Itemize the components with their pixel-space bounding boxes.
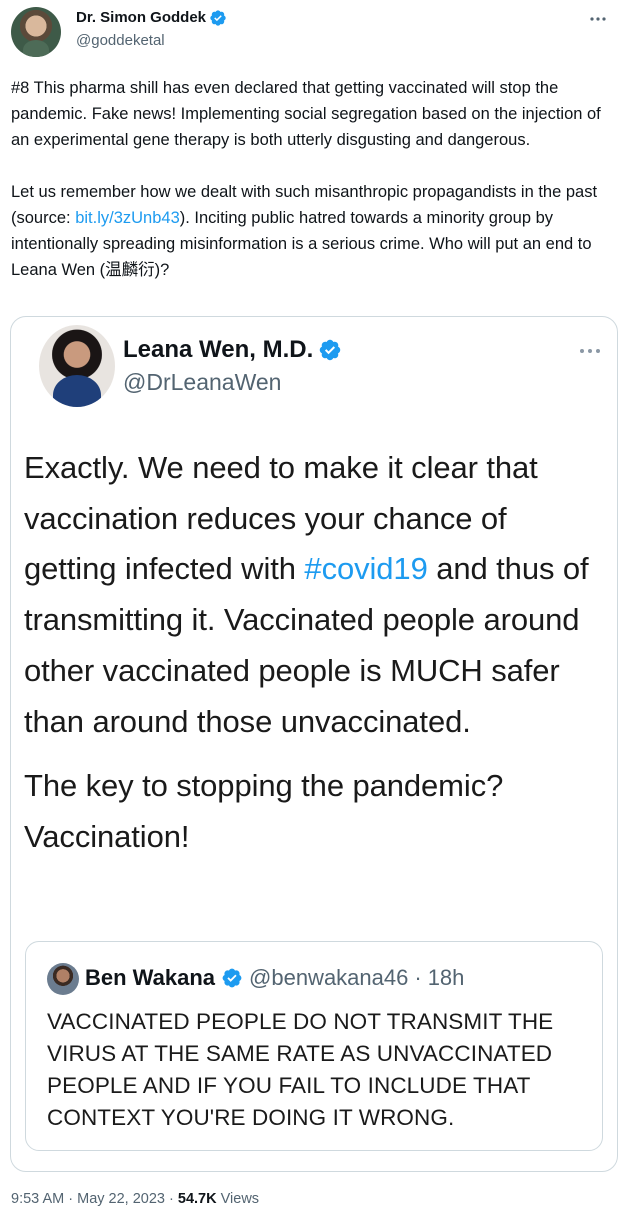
meta-separator: · bbox=[68, 1191, 74, 1207]
quoted-verified-badge-icon bbox=[222, 968, 242, 988]
quoted-avatar bbox=[47, 963, 79, 995]
quoted-time: 18h bbox=[427, 965, 465, 990]
embedded-paragraph-2: The key to stopping the pandemic? Vaccin… bbox=[24, 768, 504, 854]
author-name[interactable]: Dr. Simon Goddek bbox=[76, 8, 206, 28]
quoted-header: Ben Wakana @benwakana46 · 18h bbox=[85, 960, 464, 996]
tweet-date[interactable]: May 22, 2023 bbox=[77, 1191, 165, 1207]
quoted-handle: @benwakana46 bbox=[249, 965, 409, 990]
tweet-paragraph-2: Let us remember how we dealt with such m… bbox=[11, 179, 611, 283]
meta-separator-2: · bbox=[169, 1191, 174, 1207]
author-avatar[interactable] bbox=[11, 7, 61, 57]
verified-badge-icon bbox=[210, 10, 226, 26]
more-options-button[interactable] bbox=[588, 9, 608, 29]
tweet: Dr. Simon Goddek @goddeketal #8 This pha… bbox=[0, 0, 622, 1222]
embedded-name-row: Leana Wen, M.D. bbox=[123, 333, 342, 367]
quoted-tweet: Ben Wakana @benwakana46 · 18h VACCINATED… bbox=[25, 941, 603, 1151]
more-icon bbox=[590, 17, 606, 21]
quoted-name: Ben Wakana bbox=[85, 965, 216, 990]
embedded-name: Leana Wen, M.D. bbox=[123, 336, 314, 363]
quoted-text: VACCINATED PEOPLE DO NOT TRANSMIT THE VI… bbox=[47, 1009, 554, 1130]
tweet-meta: 9:53 AM · May 22, 2023 · 54.7K Views bbox=[11, 1186, 259, 1212]
embedded-hashtag: #covid19 bbox=[304, 551, 428, 587]
tweet-time[interactable]: 9:53 AM bbox=[11, 1191, 64, 1207]
views-label: Views bbox=[220, 1191, 260, 1207]
embedded-verified-badge-icon bbox=[320, 339, 341, 361]
quoted-separator: · bbox=[414, 965, 422, 990]
embedded-handle: @DrLeanaWen bbox=[123, 369, 282, 395]
embedded-more-icon bbox=[577, 341, 603, 361]
source-link[interactable]: bit.ly/3zUnb43 bbox=[75, 209, 180, 227]
views-count[interactable]: 54.7K bbox=[178, 1191, 217, 1207]
tweet-text: #8 This pharma shill has even declared t… bbox=[11, 75, 611, 283]
embedded-paragraph-1: Exactly. We need to make it clear that v… bbox=[24, 443, 604, 747]
tweet-paragraph-1: #8 This pharma shill has even declared t… bbox=[11, 79, 601, 149]
author-handle[interactable]: @goddeketal bbox=[76, 31, 165, 51]
embedded-avatar bbox=[39, 325, 115, 407]
embedded-text: Exactly. We need to make it clear that v… bbox=[24, 443, 604, 863]
embedded-screenshot[interactable]: Leana Wen, M.D. @DrLeanaWen Exactly. We … bbox=[10, 316, 618, 1172]
author-name-row[interactable]: Dr. Simon Goddek bbox=[76, 8, 227, 28]
